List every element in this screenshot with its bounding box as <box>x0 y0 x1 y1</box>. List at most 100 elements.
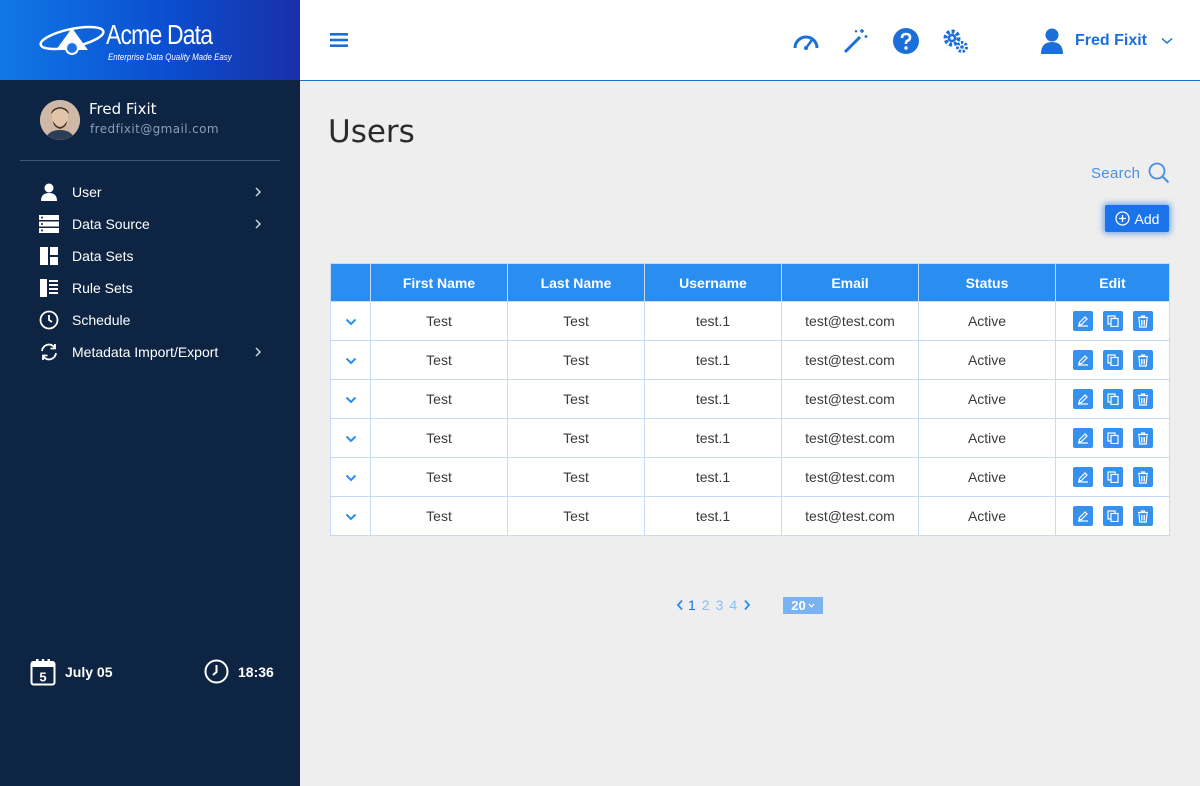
table-row[interactable]: Test Test test.1 test@test.com Active <box>330 457 1170 497</box>
menu-icon[interactable] <box>330 31 348 49</box>
user-icon <box>1041 28 1063 54</box>
chevron-down-icon <box>345 435 356 443</box>
edit-button[interactable] <box>1072 467 1093 487</box>
table-row[interactable]: Test Test test.1 test@test.com Active <box>330 340 1170 380</box>
edit-button[interactable] <box>1072 506 1093 526</box>
edit-button[interactable] <box>1072 311 1093 331</box>
cell-status: Active <box>918 340 1056 380</box>
delete-button[interactable] <box>1132 350 1153 370</box>
cell-username: test.1 <box>644 301 782 341</box>
plus-circle-icon <box>1114 211 1130 226</box>
column-header-username[interactable]: Username <box>644 263 782 302</box>
copy-icon <box>1106 354 1119 366</box>
help-icon[interactable] <box>892 27 920 55</box>
delete-button[interactable] <box>1132 389 1153 409</box>
sidebar-item-label: Data Source <box>72 216 150 232</box>
chevron-down-icon <box>345 318 356 326</box>
edit-button[interactable] <box>1072 350 1093 370</box>
expand-cell[interactable] <box>330 340 371 380</box>
server-icon <box>38 214 60 234</box>
cell-email: test@test.com <box>781 418 919 458</box>
speedometer-icon[interactable] <box>792 27 820 55</box>
cell-status: Active <box>918 301 1056 341</box>
search-button[interactable]: Search <box>1091 162 1170 184</box>
sidebar-item-metadata-import-export[interactable]: Metadata Import/Export <box>0 336 300 368</box>
edit-button[interactable] <box>1072 428 1093 448</box>
settings-icon[interactable] <box>942 27 970 55</box>
column-header-edit: Edit <box>1055 263 1170 302</box>
chevron-left-icon <box>676 599 683 611</box>
user-menu-name: Fred Fixit <box>1075 32 1148 49</box>
edit-actions-cell <box>1055 496 1170 536</box>
expand-cell[interactable] <box>330 457 371 497</box>
copy-button[interactable] <box>1102 428 1123 448</box>
copy-button[interactable] <box>1102 311 1123 331</box>
top-bar: Fred Fixit <box>300 0 1200 81</box>
expand-cell[interactable] <box>330 418 371 458</box>
expand-cell[interactable] <box>330 301 371 341</box>
cell-first-name: Test <box>370 496 508 536</box>
cell-last-name: Test <box>507 379 645 419</box>
magic-wand-icon[interactable] <box>841 27 869 55</box>
pencil-icon <box>1077 316 1088 327</box>
chevron-down-icon <box>345 513 356 521</box>
delete-button[interactable] <box>1132 506 1153 526</box>
clock-icon <box>204 659 229 684</box>
sidebar-item-rule-sets[interactable]: Rule Sets <box>0 272 300 304</box>
copy-icon <box>1106 315 1119 327</box>
page-3[interactable]: 3 <box>716 597 724 613</box>
avatar[interactable] <box>40 100 80 140</box>
users-table-body: Test Test test.1 test@test.com Active Test Tes… <box>330 301 1170 536</box>
copy-button[interactable] <box>1102 350 1123 370</box>
expand-cell[interactable] <box>330 496 371 536</box>
delete-button[interactable] <box>1132 311 1153 331</box>
column-header-first-name[interactable]: First Name <box>370 263 508 302</box>
expand-cell[interactable] <box>330 379 371 419</box>
brand-logo[interactable]: Acme Data Enterprise Data Quality Made E… <box>0 0 300 80</box>
sidebar-item-user[interactable]: User <box>0 176 300 208</box>
edit-button[interactable] <box>1072 389 1093 409</box>
cell-status: Active <box>918 496 1056 536</box>
column-header-email[interactable]: Email <box>781 263 919 302</box>
cell-last-name: Test <box>507 418 645 458</box>
sidebar-item-label: User <box>72 184 102 200</box>
page-title: Users <box>328 114 415 150</box>
page-2[interactable]: 2 <box>702 597 710 613</box>
copy-button[interactable] <box>1102 467 1123 487</box>
sidebar-item-schedule[interactable]: Schedule <box>0 304 300 336</box>
copy-button[interactable] <box>1102 389 1123 409</box>
cell-username: test.1 <box>644 496 782 536</box>
sidebar-item-label: Rule Sets <box>72 280 133 296</box>
page-size-select[interactable]: 20 <box>783 597 823 614</box>
prev-page-button[interactable] <box>676 599 684 611</box>
page-1[interactable]: 1 <box>688 597 696 613</box>
cell-status: Active <box>918 418 1056 458</box>
pencil-icon <box>1077 355 1088 366</box>
pencil-icon <box>1077 472 1088 483</box>
table-row[interactable]: Test Test test.1 test@test.com Active <box>330 301 1170 341</box>
add-user-button[interactable]: Add <box>1105 205 1169 232</box>
trash-icon <box>1137 314 1148 328</box>
user-icon <box>38 182 60 202</box>
page-4[interactable]: 4 <box>729 597 737 613</box>
list-icon <box>38 278 60 298</box>
sidebar-item-data-source[interactable]: Data Source <box>0 208 300 240</box>
column-header-last-name[interactable]: Last Name <box>507 263 645 302</box>
delete-button[interactable] <box>1132 428 1153 448</box>
sidebar-item-data-sets[interactable]: Data Sets <box>0 240 300 272</box>
user-menu[interactable]: Fred Fixit <box>1041 26 1173 56</box>
copy-icon <box>1106 432 1119 444</box>
pencil-icon <box>1077 394 1088 405</box>
copy-button[interactable] <box>1102 506 1123 526</box>
avatar-photo <box>40 100 80 140</box>
next-page-button[interactable] <box>743 599 751 611</box>
column-header-status[interactable]: Status <box>918 263 1056 302</box>
table-row[interactable]: Test Test test.1 test@test.com Active <box>330 496 1170 536</box>
edit-actions-cell <box>1055 301 1170 341</box>
delete-button[interactable] <box>1132 467 1153 487</box>
search-label: Search <box>1091 164 1141 182</box>
copy-icon <box>1106 471 1119 483</box>
table-row[interactable]: Test Test test.1 test@test.com Active <box>330 379 1170 419</box>
cell-last-name: Test <box>507 457 645 497</box>
table-row[interactable]: Test Test test.1 test@test.com Active <box>330 418 1170 458</box>
